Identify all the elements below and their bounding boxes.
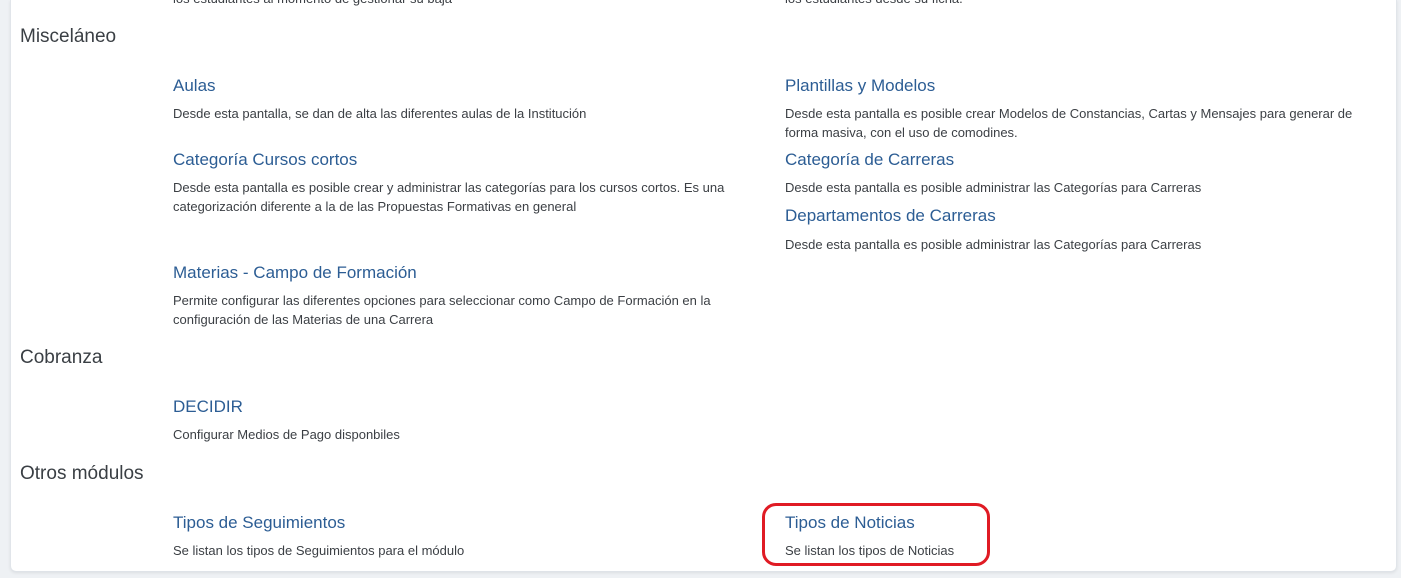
clipped-description-left: los estudiantes al momento de gestionar … — [173, 0, 452, 8]
clipped-description-right: los estudiantes desde su ficha. — [785, 0, 963, 8]
link-categoria-carreras[interactable]: Categoría de Carreras — [785, 150, 954, 170]
desc-tipos-seguimientos: Se listan los tipos de Seguimientos para… — [173, 543, 465, 558]
link-decidir[interactable]: DECIDIR — [173, 397, 243, 417]
section-title-miscelaneo: Misceláneo — [20, 26, 117, 47]
link-plantillas-modelos[interactable]: Plantillas y Modelos — [785, 76, 935, 96]
link-tipos-seguimientos[interactable]: Tipos de Seguimientos — [173, 513, 345, 533]
config-panel — [10, 0, 1397, 572]
link-materias-campo-formacion[interactable]: Materias - Campo de Formación — [173, 263, 417, 283]
desc-aulas: Desde esta pantalla, se dan de alta las … — [173, 106, 587, 121]
desc-categoria-carreras: Desde esta pantalla es posible administr… — [785, 180, 1202, 195]
desc-categoria-cursos-cortos: Desde esta pantalla es posible crear y a… — [173, 180, 725, 214]
link-departamentos-carreras[interactable]: Departamentos de Carreras — [785, 206, 996, 226]
desc-materias-campo-formacion: Permite configurar las diferentes opcion… — [173, 293, 711, 327]
desc-decidir: Configurar Medios de Pago disponbiles — [173, 427, 400, 442]
desc-departamentos-carreras: Desde esta pantalla es posible administr… — [785, 237, 1202, 252]
section-title-cobranza: Cobranza — [20, 347, 103, 368]
desc-plantillas-modelos: Desde esta pantalla es posible crear Mod… — [785, 106, 1353, 140]
section-title-otros-modulos: Otros módulos — [20, 463, 144, 484]
link-tipos-noticias[interactable]: Tipos de Noticias — [785, 513, 915, 533]
link-categoria-cursos-cortos[interactable]: Categoría Cursos cortos — [173, 150, 357, 170]
desc-tipos-noticias: Se listan los tipos de Noticias — [785, 543, 955, 558]
link-aulas[interactable]: Aulas — [173, 76, 216, 96]
